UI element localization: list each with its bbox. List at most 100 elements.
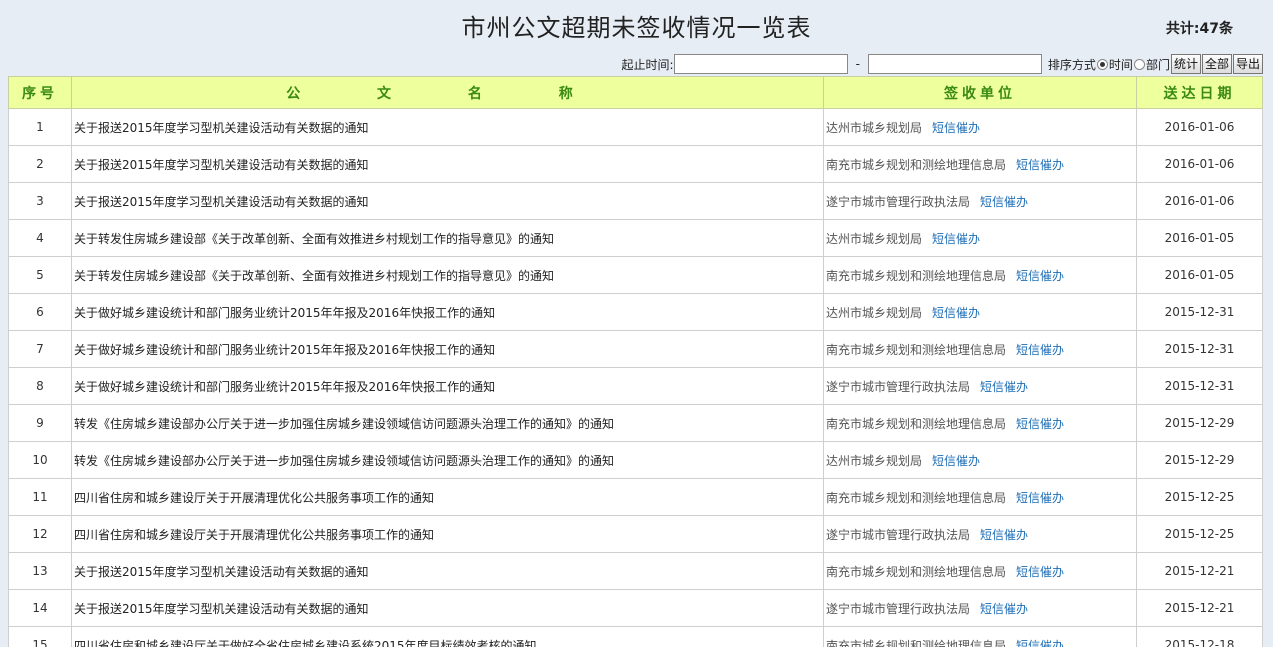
document-name: 关于报送2015年度学习型机关建设活动有关数据的通知 bbox=[71, 182, 824, 220]
delivery-date: 2016-01-06 bbox=[1136, 145, 1263, 183]
header-name: 公 文 名 称 bbox=[71, 76, 824, 109]
receiving-unit-cell: 遂宁市城市管理行政执法局 短信催办 bbox=[823, 367, 1137, 405]
start-date-input[interactable] bbox=[673, 54, 848, 74]
sort-label: 排序方式 bbox=[1047, 57, 1096, 72]
receiving-unit: 达州市城乡规划局 bbox=[826, 305, 923, 320]
receiving-unit: 达州市城乡规划局 bbox=[826, 453, 923, 468]
delivery-date: 2015-12-31 bbox=[1136, 293, 1263, 331]
sms-remind-link[interactable]: 短信催办 bbox=[1016, 417, 1064, 431]
delivery-date: 2015-12-29 bbox=[1136, 404, 1263, 442]
sms-remind-link[interactable]: 短信催办 bbox=[932, 232, 980, 246]
row-number: 15 bbox=[8, 626, 72, 647]
row-number: 3 bbox=[8, 182, 72, 220]
header-date: 送达日期 bbox=[1136, 76, 1263, 109]
table-row: 13 关于报送2015年度学习型机关建设活动有关数据的通知 南充市城乡规划和测绘地理… bbox=[8, 552, 1263, 590]
date-separator: - bbox=[855, 57, 860, 71]
table-row: 7 关于做好城乡建设统计和部门服务业统计2015年年报及2016年快报工作的通知南… bbox=[8, 330, 1263, 368]
receiving-unit: 南充市城乡规划和测绘地理信息局 bbox=[826, 564, 1007, 579]
delivery-date: 2016-01-05 bbox=[1136, 219, 1263, 257]
document-name: 四川省住房和城乡建设厅关于开展清理优化公共服务事项工作的通知 bbox=[71, 515, 824, 553]
document-name: 关于报送2015年度学习型机关建设活动有关数据的通知 bbox=[71, 589, 824, 627]
receiving-unit: 南充市城乡规划和测绘地理信息局 bbox=[826, 157, 1007, 172]
receiving-unit-cell: 南充市城乡规划和测绘地理信息局 短信催办 bbox=[823, 478, 1137, 516]
sms-remind-link[interactable]: 短信催办 bbox=[980, 528, 1028, 542]
table-row: 1 关于报送2015年度学习型机关建设活动有关数据的通知 达州市城乡规划局 短信催办 2… bbox=[8, 108, 1263, 146]
table-row: 9 转发《住房城乡建设部办公厅关于进一步加强住房城乡建设领域信访问题源头治理工作的… bbox=[8, 404, 1263, 442]
document-name: 关于转发住房城乡建设部《关于改革创新、全面有效推进乡村规划工作的指导意见》的通知 bbox=[71, 256, 824, 294]
delivery-date: 2015-12-18 bbox=[1136, 626, 1263, 647]
sms-remind-link[interactable]: 短信催办 bbox=[1016, 158, 1064, 172]
row-number: 4 bbox=[8, 219, 72, 257]
stat-button[interactable]: 统计 bbox=[1170, 54, 1201, 74]
receiving-unit: 南充市城乡规划和测绘地理信息局 bbox=[826, 416, 1007, 431]
receiving-unit-cell: 南充市城乡规划和测绘地理信息局 短信催办 bbox=[823, 404, 1137, 442]
receiving-unit: 南充市城乡规划和测绘地理信息局 bbox=[826, 342, 1007, 357]
document-name: 转发《住房城乡建设部办公厅关于进一步加强住房城乡建设领域信访问题源头治理工作的通… bbox=[71, 441, 824, 479]
row-number: 12 bbox=[8, 515, 72, 553]
receiving-unit: 达州市城乡规划局 bbox=[826, 231, 923, 246]
receiving-unit-cell: 南充市城乡规划和测绘地理信息局 短信催办 bbox=[823, 330, 1137, 368]
table-header-row: 序号 公 文 名 称 签收单位 送达日期 bbox=[8, 76, 1263, 109]
row-number: 6 bbox=[8, 293, 72, 331]
delivery-date: 2015-12-21 bbox=[1136, 589, 1263, 627]
receiving-unit: 遂宁市城市管理行政执法局 bbox=[826, 379, 971, 394]
all-button[interactable]: 全部 bbox=[1201, 54, 1232, 74]
delivery-date: 2016-01-05 bbox=[1136, 256, 1263, 294]
receiving-unit: 遂宁市城市管理行政执法局 bbox=[826, 194, 971, 209]
sms-remind-link[interactable]: 短信催办 bbox=[1016, 639, 1064, 647]
table-row: 11 四川省住房和城乡建设厅关于开展清理优化公共服务事项工作的通知 南充市城乡规划和… bbox=[8, 478, 1263, 516]
page-title: 市州公文超期未签收情况一览表 bbox=[461, 14, 812, 42]
filter-toolbar: 起止时间: - 排序方式 时间 部门 统计 全部 导出 bbox=[622, 53, 1263, 75]
receiving-unit-cell: 遂宁市城市管理行政执法局 短信催办 bbox=[823, 589, 1137, 627]
receiving-unit-cell: 南充市城乡规划和测绘地理信息局 短信催办 bbox=[823, 256, 1137, 294]
end-date-input[interactable] bbox=[867, 54, 1042, 74]
sms-remind-link[interactable]: 短信催办 bbox=[1016, 491, 1064, 505]
sms-remind-link[interactable]: 短信催办 bbox=[1016, 343, 1064, 357]
sms-remind-link[interactable]: 短信催办 bbox=[932, 121, 980, 135]
document-name: 四川省住房和城乡建设厅关于开展清理优化公共服务事项工作的通知 bbox=[71, 478, 824, 516]
delivery-date: 2015-12-25 bbox=[1136, 478, 1263, 516]
document-name: 四川省住房和城乡建设厅关于做好全省住房城乡建设系统2015年度目标绩效考核的通知 bbox=[71, 626, 824, 647]
delivery-date: 2015-12-29 bbox=[1136, 441, 1263, 479]
document-name: 转发《住房城乡建设部办公厅关于进一步加强住房城乡建设领域信访问题源头治理工作的通… bbox=[71, 404, 824, 442]
table-row: 4 关于转发住房城乡建设部《关于改革创新、全面有效推进乡村规划工作的指导意见》的通… bbox=[8, 219, 1263, 257]
document-name: 关于报送2015年度学习型机关建设活动有关数据的通知 bbox=[71, 108, 824, 146]
receiving-unit: 遂宁市城市管理行政执法局 bbox=[826, 527, 971, 542]
document-name: 关于做好城乡建设统计和部门服务业统计2015年年报及2016年快报工作的通知 bbox=[71, 330, 824, 368]
date-range-label: 起止时间: bbox=[621, 57, 674, 72]
sms-remind-link[interactable]: 短信催办 bbox=[980, 602, 1028, 616]
row-number: 5 bbox=[8, 256, 72, 294]
header-no: 序号 bbox=[8, 76, 72, 109]
sms-remind-link[interactable]: 短信催办 bbox=[1016, 269, 1064, 283]
document-name: 关于报送2015年度学习型机关建设活动有关数据的通知 bbox=[71, 145, 824, 183]
sms-remind-link[interactable]: 短信催办 bbox=[980, 380, 1028, 394]
delivery-date: 2016-01-06 bbox=[1136, 182, 1263, 220]
delivery-date: 2015-12-31 bbox=[1136, 367, 1263, 405]
receiving-unit-cell: 遂宁市城市管理行政执法局 短信催办 bbox=[823, 182, 1137, 220]
table-row: 12 四川省住房和城乡建设厅关于开展清理优化公共服务事项工作的通知 遂宁市城市管理行… bbox=[8, 515, 1263, 553]
row-number: 2 bbox=[8, 145, 72, 183]
table-row: 8 关于做好城乡建设统计和部门服务业统计2015年年报及2016年快报工作的通知遂… bbox=[8, 367, 1263, 405]
receiving-unit: 南充市城乡规划和测绘地理信息局 bbox=[826, 490, 1007, 505]
row-number: 8 bbox=[8, 367, 72, 405]
row-number: 13 bbox=[8, 552, 72, 590]
export-button[interactable]: 导出 bbox=[1232, 54, 1263, 74]
receiving-unit-cell: 南充市城乡规划和测绘地理信息局 短信催办 bbox=[823, 626, 1137, 647]
sort-dept-label[interactable]: 部门 bbox=[1146, 56, 1170, 73]
sort-time-radio[interactable] bbox=[1096, 58, 1108, 70]
sms-remind-link[interactable]: 短信催办 bbox=[932, 306, 980, 320]
sms-remind-link[interactable]: 短信催办 bbox=[932, 454, 980, 468]
document-name: 关于做好城乡建设统计和部门服务业统计2015年年报及2016年快报工作的通知 bbox=[71, 367, 824, 405]
row-number: 9 bbox=[8, 404, 72, 442]
sms-remind-link[interactable]: 短信催办 bbox=[980, 195, 1028, 209]
receiving-unit: 南充市城乡规划和测绘地理信息局 bbox=[826, 638, 1007, 647]
row-number: 1 bbox=[8, 108, 72, 146]
sort-time-label[interactable]: 时间 bbox=[1109, 56, 1133, 73]
row-number: 11 bbox=[8, 478, 72, 516]
document-table: 序号 公 文 名 称 签收单位 送达日期 1 关于报送2015年度学习型机关建设活… bbox=[8, 76, 1263, 647]
sort-dept-radio[interactable] bbox=[1133, 58, 1145, 70]
sms-remind-link[interactable]: 短信催办 bbox=[1016, 565, 1064, 579]
receiving-unit-cell: 南充市城乡规划和测绘地理信息局 短信催办 bbox=[823, 552, 1137, 590]
receiving-unit-cell: 达州市城乡规划局 短信催办 bbox=[823, 219, 1137, 257]
table-row: 10 转发《住房城乡建设部办公厅关于进一步加强住房城乡建设领域信访问题源头治理工作… bbox=[8, 441, 1263, 479]
